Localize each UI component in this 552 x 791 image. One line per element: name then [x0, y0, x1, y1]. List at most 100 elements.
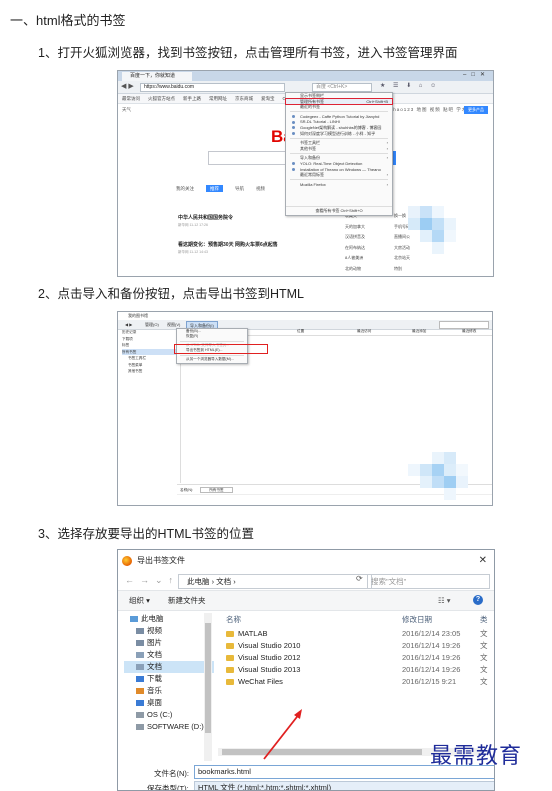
- nav-pane-scrollbar[interactable]: [204, 613, 212, 761]
- more-products-button[interactable]: 更多产品: [464, 106, 488, 114]
- toolbar-icons[interactable]: ★ ☰ ⬇ ⌂ ☺: [380, 82, 439, 89]
- browser-tab[interactable]: 百度一下，你就知道: [122, 72, 192, 81]
- filename-label: 文件名(N):: [154, 769, 189, 778]
- folder-row[interactable]: Visual Studio 2012 2016/12/14 19:26 文: [218, 652, 494, 664]
- address-path[interactable]: 此电脑 › 文档 ›: [178, 574, 372, 589]
- library-search-input[interactable]: [439, 321, 489, 329]
- bookmark-favicon-icon: [292, 131, 295, 135]
- bookmark-menu-item[interactable]: 如何对深度学习模型进行训练 - 小样 - 知乎: [286, 131, 392, 137]
- detail-name-value[interactable]: 所有书签: [200, 487, 233, 493]
- drive-icon: [136, 724, 144, 730]
- library-column[interactable]: 最近修改: [462, 329, 476, 334]
- nav-pane-item[interactable]: 下载: [124, 673, 214, 685]
- news-title-2[interactable]: 看这期变化：预售期30天 网购火车票6点起售: [178, 241, 278, 248]
- dialog-titlebar: 导出书签文件 ✕: [118, 550, 494, 572]
- views-button[interactable]: 视图(V): [164, 321, 183, 328]
- hot-item[interactable]: 汉语拼音及: [345, 232, 365, 243]
- nav-pane-item[interactable]: SOFTWARE (D:): [124, 721, 214, 733]
- window-controls[interactable]: ‒□✕: [463, 71, 490, 78]
- news-title-1[interactable]: 中华人民共和国国务院令: [178, 214, 233, 221]
- folder-row[interactable]: Visual Studio 2013 2016/12/14 19:26 文: [218, 664, 494, 676]
- hot-item[interactable]: 北京站天: [394, 253, 414, 264]
- col-date[interactable]: 修改日期: [402, 613, 432, 627]
- bookmark-favicon-icon: [292, 115, 295, 119]
- bookmark-favicon-icon: [292, 162, 295, 166]
- folder-type: 文: [480, 629, 488, 638]
- refresh-icon[interactable]: ⟳: [356, 574, 363, 583]
- search-documents-input[interactable]: 搜索"文档": [367, 574, 490, 589]
- library-column[interactable]: 最近添加: [412, 329, 426, 334]
- col-type[interactable]: 类: [480, 613, 488, 627]
- new-folder-button[interactable]: 新建文件夹: [168, 591, 206, 610]
- feed-tab[interactable]: 我的关注: [176, 186, 194, 191]
- organize-button[interactable]: 管理(O): [142, 321, 162, 328]
- scrollbar-thumb[interactable]: [205, 623, 211, 733]
- organize-button[interactable]: 组织 ▾: [129, 591, 150, 610]
- nav-pane-label: SOFTWARE (D:): [147, 722, 204, 731]
- library-menu-item[interactable]: 从另一个浏览器导入数据(M)...: [177, 357, 247, 362]
- close-icon[interactable]: ✕: [479, 550, 487, 572]
- library-tree-item[interactable]: 其他书签: [122, 368, 180, 375]
- nav-pane-item[interactable]: 文档: [124, 661, 214, 673]
- step-1-text: 1、打开火狐浏览器，找到书签按钮，点击管理所有书签，进入书签管理界面: [38, 46, 458, 60]
- nav-pane-item[interactable]: 此电脑: [124, 613, 214, 625]
- bookmark-toolbar-item[interactable]: 新手上路: [183, 96, 201, 101]
- nav-pane-item[interactable]: 音乐: [124, 685, 214, 697]
- hot-item[interactable]: 天的加拿大: [345, 222, 365, 233]
- col-name[interactable]: 名称: [226, 613, 241, 627]
- nav-pane-item[interactable]: 桌面: [124, 697, 214, 709]
- file-rows: MATLAB 2016/12/14 23:05 文 Visual Studio 201…: [218, 628, 494, 688]
- hscroll-thumb[interactable]: [222, 749, 422, 755]
- nav-pane-label: 图片: [147, 638, 162, 647]
- library-column[interactable]: 位置: [297, 329, 304, 334]
- feed-tab[interactable]: 推荐: [206, 185, 223, 192]
- nav-arrows-icon[interactable]: ←→⌄↑: [125, 575, 179, 586]
- library-column[interactable]: 最近访问: [357, 329, 371, 334]
- bookmark-toolbar-item[interactable]: 最常访问: [122, 96, 140, 101]
- folder-row[interactable]: WeChat Files 2016/12/15 9:21 文: [218, 676, 494, 688]
- hot-item[interactable]: 8人被美洲: [345, 253, 365, 264]
- hot-item[interactable]: 北海岸: [345, 274, 365, 276]
- folder-row[interactable]: Visual Studio 2010 2016/12/14 19:26 文: [218, 640, 494, 652]
- filetype-select[interactable]: HTML 文件 (*.html;*.htm;*.shtml;*.xhtml): [194, 781, 494, 790]
- bookmark-favicon-icon: [292, 167, 295, 171]
- bookmark-menu-item[interactable]: 最近常用标签 ›: [286, 172, 392, 178]
- hot-item[interactable]: 大房活动: [394, 243, 414, 254]
- folder-date: 2016/12/14 19:26: [402, 641, 461, 650]
- music-icon: [136, 688, 144, 694]
- hot-item[interactable]: 的: [394, 274, 414, 276]
- bookmark-toolbar-item[interactable]: 京东商城: [235, 96, 253, 101]
- nav-pane-item[interactable]: 文档: [124, 649, 214, 661]
- computer-icon: [130, 616, 138, 622]
- feed-tab[interactable]: 导航: [235, 186, 244, 191]
- bookmark-menu-item[interactable]: 最近的书签: [286, 104, 392, 110]
- nav-pane-item[interactable]: 视频: [124, 625, 214, 637]
- back-forward-icon[interactable]: ◀ ▶: [121, 82, 134, 90]
- menu-item-label: SR-DL Tutorial - LINHI: [300, 119, 340, 125]
- menu-separator: [290, 152, 388, 154]
- hot-item[interactable]: 北的动物: [345, 264, 365, 275]
- weather-link[interactable]: 天气: [122, 104, 131, 116]
- bookmark-toolbar-item[interactable]: 火狐官方站点: [148, 96, 175, 101]
- hot-item[interactable]: 特别: [394, 264, 414, 275]
- show-all-bookmarks-item[interactable]: 查看所有书签 Ctrl+Shift+O: [286, 206, 392, 215]
- bookmark-menu-item[interactable]: Mozilla Firefox ›: [286, 182, 392, 188]
- view-options-icon[interactable]: ☷ ▾: [438, 591, 451, 610]
- folder-row[interactable]: MATLAB 2016/12/14 23:05 文: [218, 628, 494, 640]
- nav-pane-label: 下载: [147, 674, 162, 683]
- search-bar[interactable]: 百度 <Ctrl+K>: [312, 83, 372, 92]
- bookmark-toolbar-item[interactable]: 爱淘宝: [261, 96, 275, 101]
- nav-pane-item[interactable]: 图片: [124, 637, 214, 649]
- nav-pane-item[interactable]: OS (C:): [124, 709, 214, 721]
- menu-separator: [290, 111, 388, 113]
- back-forward-icon[interactable]: ◀ ▶: [122, 321, 135, 328]
- hot-item[interactable]: 直播间公: [394, 232, 414, 243]
- help-icon[interactable]: ?: [473, 595, 483, 605]
- bookmark-menu-item[interactable]: 其他书签 ›: [286, 146, 392, 152]
- bookmark-toolbar-item[interactable]: 常用网址: [209, 96, 227, 101]
- hot-item[interactable]: 在阿布纳达: [345, 243, 365, 254]
- library-menu-item[interactable]: 恢复(R): [177, 334, 247, 339]
- feed-tab[interactable]: 视频: [256, 186, 265, 191]
- url-bar[interactable]: https://www.baidu.com: [140, 83, 285, 92]
- folder-name: Visual Studio 2012: [238, 653, 301, 662]
